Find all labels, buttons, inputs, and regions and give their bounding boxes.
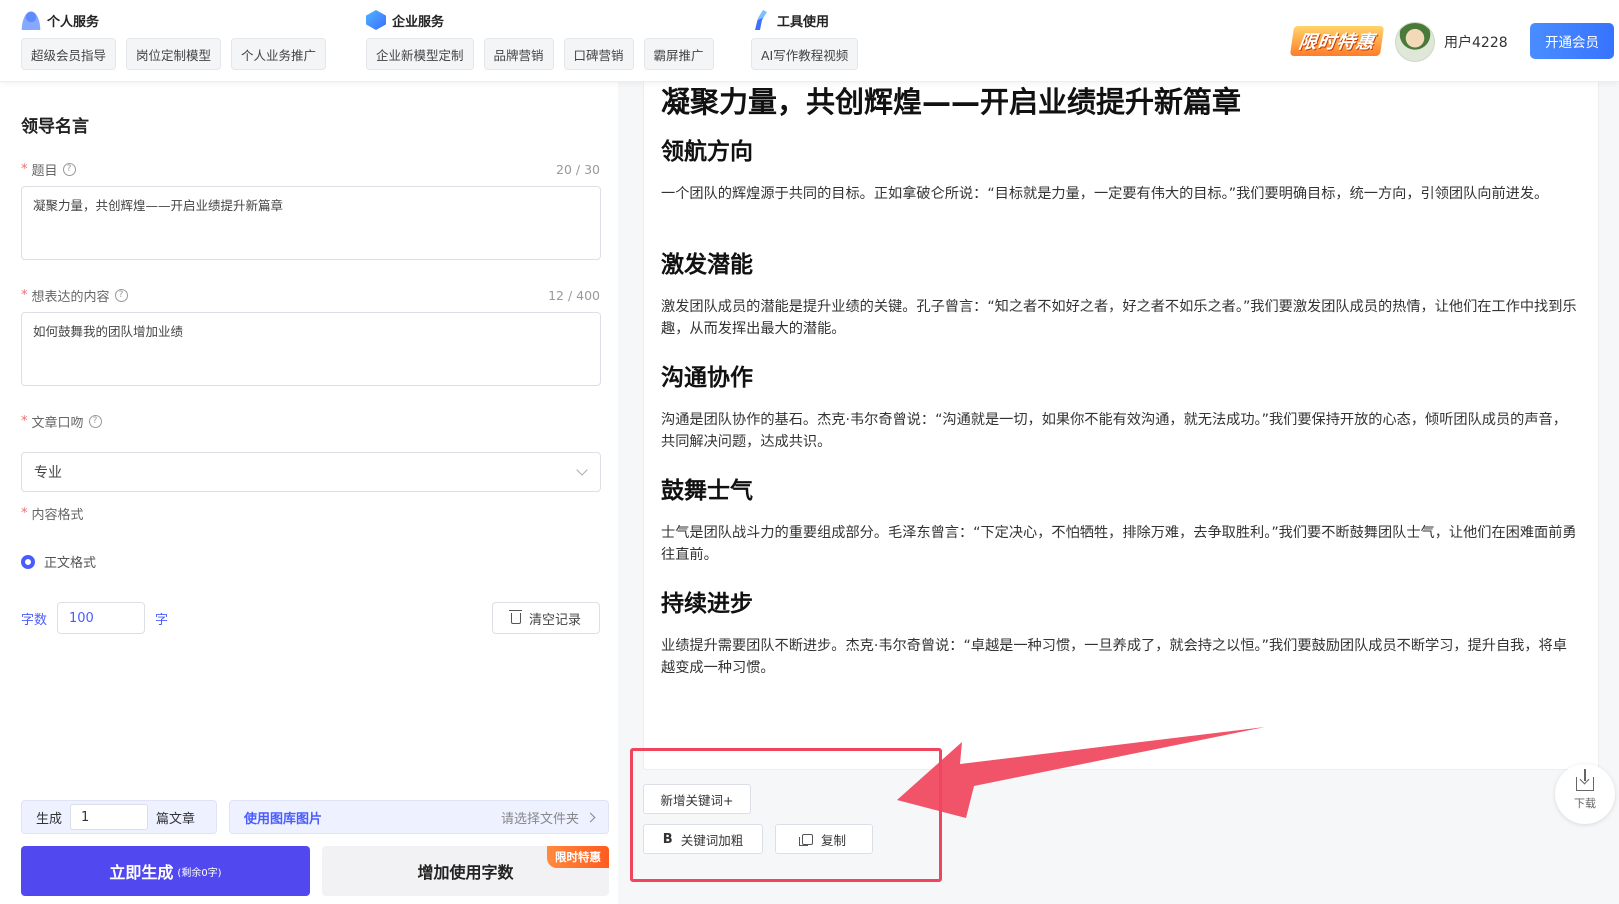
user-service-icon bbox=[21, 10, 41, 30]
article-section: 鼓舞士气 士气是团队战斗力的重要组成部分。毛泽东曾言：“下定决心，不怕牺牲，排除… bbox=[661, 474, 1581, 566]
help-icon[interactable]: ? bbox=[88, 415, 102, 428]
nav-group-personal: 个人服务 超级会员指导 岗位定制模型 个人业务推广 bbox=[21, 8, 336, 70]
open-vip-button[interactable]: 开通会员 bbox=[1530, 23, 1614, 59]
article-section: 沟通协作 沟通是团队协作的基石。杰克·韦尔奇曾说：“沟通就是一切，如果你不能有效… bbox=[661, 361, 1581, 453]
image-library-label: 使用图库图片 bbox=[244, 811, 323, 827]
folder-hint: 请选择文件夹 bbox=[500, 811, 579, 827]
tool-icon bbox=[755, 10, 767, 30]
nav-group-title: 工具使用 bbox=[777, 14, 830, 30]
generate-now-button[interactable]: 立即生成 (剩余0字) bbox=[21, 846, 310, 896]
section-body: 沟通是团队协作的基石。杰克·韦尔奇曾说：“沟通就是一切，如果你不能有效沟通，就无… bbox=[661, 412, 1567, 450]
article-count-row: 生成 1 篇文章 bbox=[21, 800, 217, 834]
word-count-input[interactable]: 100 bbox=[57, 602, 146, 634]
tone-label: * 文章口吻 ? bbox=[21, 412, 102, 431]
format-radio[interactable]: 正文格式 bbox=[21, 552, 96, 571]
bold-keyword-button[interactable]: B 关键词加粗 bbox=[643, 824, 763, 854]
nav-group-title: 企业服务 bbox=[392, 14, 445, 30]
nav-btn-super-vip-guide[interactable]: 超级会员指导 bbox=[21, 38, 117, 70]
section-body: 激发团队成员的潜能是提升业绩的关键。孔子曾言：“知之者不如好之者，好之者不如乐之… bbox=[661, 299, 1577, 337]
add-word-quota-button[interactable]: 增加使用字数 限时特惠 bbox=[322, 846, 609, 896]
content-label: * 想表达的内容 ? bbox=[21, 286, 128, 305]
nav-group-enterprise: 企业服务 企业新模型定制 品牌营销 口碑营销 霸屏推广 bbox=[366, 8, 724, 70]
article-section: 激发潜能 激发团队成员的潜能是提升业绩的关键。孔子曾言：“知之者不如好之者，好之… bbox=[661, 248, 1581, 340]
word-count-unit: 字 bbox=[155, 612, 169, 628]
nav-group-title: 个人服务 bbox=[47, 14, 100, 30]
nav-btn-reputation-marketing[interactable]: 口碑营销 bbox=[563, 38, 634, 70]
article-count-input[interactable]: 1 bbox=[70, 804, 149, 830]
add-keyword-button[interactable]: 新增关键词+ bbox=[643, 784, 751, 814]
username[interactable]: 用户4228 bbox=[1444, 32, 1508, 52]
trash-icon bbox=[508, 609, 522, 624]
word-count-label: 字数 bbox=[21, 612, 48, 628]
nav-btn-ai-tutorial[interactable]: AI写作教程视频 bbox=[751, 38, 859, 70]
image-library-selector[interactable]: 使用图库图片 请选择文件夹 bbox=[229, 800, 609, 834]
nav-btn-enterprise-model[interactable]: 企业新模型定制 bbox=[366, 38, 474, 70]
nav-group-tools: 工具使用 AI写作教程视频 bbox=[751, 8, 868, 70]
content-input[interactable]: 如何鼓舞我的团队增加业绩 bbox=[21, 312, 601, 386]
topic-label: * 题目 ? bbox=[21, 160, 76, 179]
download-icon bbox=[1576, 769, 1594, 791]
promo-banner[interactable]: 限时特惠 bbox=[1289, 26, 1385, 56]
section-heading: 领航方向 bbox=[661, 139, 753, 165]
article-section: 领航方向 一个团队的辉煌源于共同的目标。正如拿破仑所说：“目标就是力量，一定要有… bbox=[661, 135, 1581, 205]
copy-button[interactable]: 复制 bbox=[775, 824, 873, 854]
help-icon[interactable]: ? bbox=[114, 289, 128, 302]
topic-counter: 20 / 30 bbox=[556, 162, 600, 177]
format-option-label: 正文格式 bbox=[44, 556, 97, 571]
form-panel: 领导名言 * 题目 ? 20 / 30 凝聚力量，共创辉煌——开启业绩提升新篇章 … bbox=[0, 82, 618, 904]
format-label: * 内容格式 bbox=[21, 506, 84, 523]
help-icon[interactable]: ? bbox=[62, 163, 76, 176]
article-title: 凝聚力量，共创辉煌——开启业绩提升新篇章 bbox=[661, 85, 1242, 119]
section-heading: 持续进步 bbox=[661, 591, 753, 617]
content-counter: 12 / 400 bbox=[548, 288, 600, 303]
article-output: 凝聚力量，共创辉煌——开启业绩提升新篇章 领航方向 一个团队的辉煌源于共同的目标… bbox=[643, 70, 1599, 770]
nav-btn-personal-promo[interactable]: 个人业务推广 bbox=[231, 38, 327, 70]
bold-icon: B bbox=[662, 831, 673, 847]
nav-btn-brand-marketing[interactable]: 品牌营销 bbox=[483, 38, 554, 70]
section-heading: 鼓舞士气 bbox=[661, 478, 753, 504]
radio-selected-icon[interactable] bbox=[21, 554, 35, 569]
tone-selected-value: 专业 bbox=[34, 465, 62, 481]
word-count-row: 字数 100 字 bbox=[21, 602, 168, 634]
article-section: 持续进步 业绩提升需要团队不断进步。杰克·韦尔奇曾说：“卓越是一种习惯，一旦养成… bbox=[661, 587, 1581, 679]
section-body: 业绩提升需要团队不断进步。杰克·韦尔奇曾说：“卓越是一种习惯，一旦养成了，就会持… bbox=[661, 638, 1567, 676]
nav-btn-screen-promo[interactable]: 霸屏推广 bbox=[643, 38, 714, 70]
copy-icon bbox=[798, 833, 813, 846]
section-body: 一个团队的辉煌源于共同的目标。正如拿破仑所说：“目标就是力量，一定要有伟大的目标… bbox=[661, 186, 1549, 202]
section-heading: 激发潜能 bbox=[661, 252, 753, 278]
limited-offer-badge: 限时特惠 bbox=[547, 846, 609, 868]
top-header: 个人服务 超级会员指导 岗位定制模型 个人业务推广 企业服务 企业新模型定制 品… bbox=[0, 0, 1619, 82]
tone-select[interactable]: 专业 bbox=[21, 452, 601, 492]
clear-history-button[interactable]: 清空记录 bbox=[492, 602, 600, 634]
download-button[interactable]: 下载 bbox=[1555, 764, 1615, 824]
nav-btn-job-model[interactable]: 岗位定制模型 bbox=[126, 38, 222, 70]
chevron-down-icon bbox=[576, 464, 588, 476]
avatar[interactable] bbox=[1395, 22, 1435, 62]
section-body: 士气是团队战斗力的重要组成部分。毛泽东曾言：“下定决心，不怕牺牲，排除万难，去争… bbox=[661, 525, 1577, 563]
topic-input[interactable]: 凝聚力量，共创辉煌——开启业绩提升新篇章 bbox=[21, 186, 601, 260]
section-heading: 沟通协作 bbox=[661, 365, 753, 391]
enterprise-service-icon bbox=[366, 10, 386, 30]
chevron-right-icon bbox=[585, 812, 596, 822]
panel-title: 领导名言 bbox=[21, 117, 89, 137]
